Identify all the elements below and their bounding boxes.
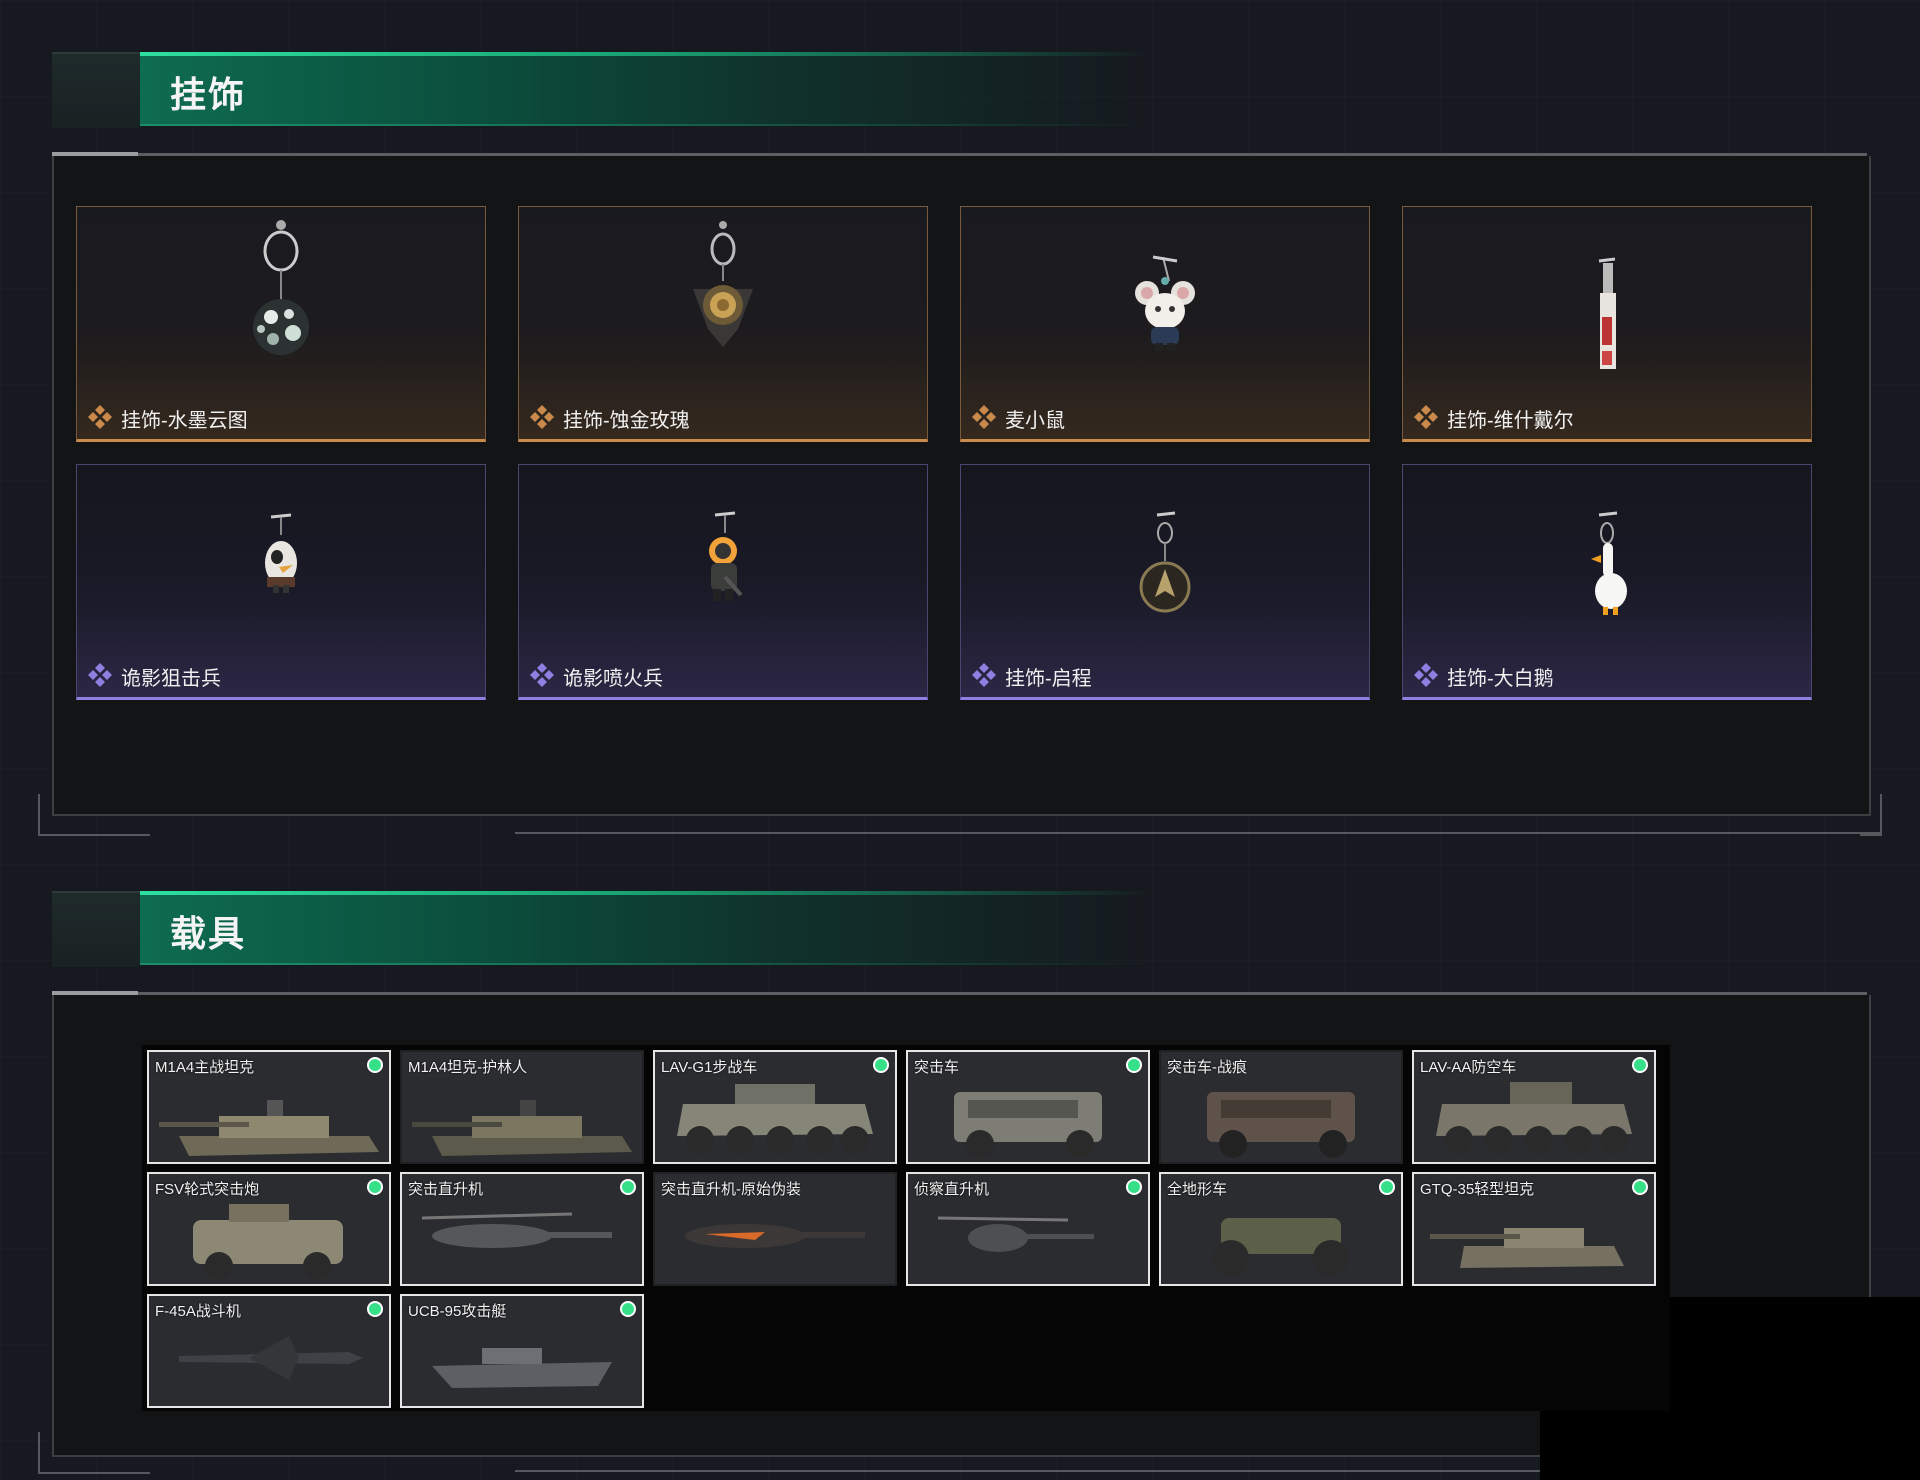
panel-bracket-left [38,794,150,836]
charm-image [77,219,485,379]
owned-dot-icon [1381,1181,1393,1193]
header-stub [52,52,140,128]
header-bar [140,891,1152,965]
charm-card[interactable]: 挂饰-蚀金玫瑰 [518,206,928,442]
charm-name: 挂饰-启程 [1005,668,1092,690]
vehicle-name: LAV-G1步战车 [661,1059,758,1076]
charms-section-title: 挂饰 [170,74,247,115]
charm-image [1403,219,1811,379]
charm-card[interactable]: 诡影喷火兵 [518,464,928,700]
vehicle-card[interactable]: M1A4主战坦克 [147,1050,391,1164]
owned-dot-icon [1634,1059,1646,1071]
charm-name: 挂饰-大白鹅 [1447,668,1554,690]
charm-image [519,477,927,637]
owned-dot-icon [1634,1181,1646,1193]
panel-bracket-line [515,1470,1540,1472]
charm-name: 诡影喷火兵 [563,668,663,690]
vehicle-card[interactable]: 突击直升机 [400,1172,644,1286]
charm-name: 诡影狙击兵 [121,668,221,690]
charms-section-header: 挂饰 [52,52,1152,128]
owned-dot-icon [1128,1059,1140,1071]
vehicle-name: M1A4坦克-护林人 [405,1056,531,1077]
panel-bracket-right [1860,794,1882,836]
vehicle-card[interactable]: 突击车 [906,1050,1150,1164]
charm-name: 挂饰-维什戴尔 [1447,410,1574,432]
owned-dot-icon [369,1059,381,1071]
black-fill [1540,1411,1920,1480]
vehicle-card[interactable]: LAV-G1步战车 [653,1050,897,1164]
charm-image [77,477,485,637]
vehicle-card[interactable]: LAV-AA防空车 [1412,1050,1656,1164]
vehicle-name: 突击车 [914,1059,960,1076]
header-bar [140,52,1152,126]
charm-name: 挂饰-水墨云图 [121,410,248,432]
charm-card[interactable]: 挂饰-大白鹅 [1402,464,1812,700]
owned-dot-icon [1128,1181,1140,1193]
vehicles-section-title: 载具 [170,913,247,954]
charm-card[interactable]: 诡影狙击兵 [76,464,486,700]
vehicle-name: 侦察直升机 [914,1181,990,1198]
owned-dot-icon [875,1059,887,1071]
charm-name: 挂饰-蚀金玫瑰 [563,410,690,432]
owned-dot-icon [622,1181,634,1193]
charm-card[interactable]: 挂饰-启程 [960,464,1370,700]
charm-image [1403,477,1811,637]
charm-card[interactable]: 麦小鼠 [960,206,1370,442]
charm-image [961,477,1369,637]
vehicles-section-header: 载具 [52,891,1152,967]
vehicle-name: FSV轮式突击炮 [155,1181,260,1198]
vehicle-name: M1A4主战坦克 [155,1059,255,1076]
vehicle-name: UCB-95攻击艇 [408,1303,507,1320]
vehicle-card[interactable]: UCB-95攻击艇 [400,1294,644,1408]
panel-bracket-line [515,832,1881,834]
owned-dot-icon [622,1303,634,1315]
vehicle-name: GTQ-35轻型坦克 [1420,1181,1535,1198]
vehicle-card[interactable]: 突击车-战痕 [1159,1050,1403,1164]
vehicle-name: 突击直升机 [408,1181,484,1198]
vehicle-card[interactable]: 侦察直升机 [906,1172,1150,1286]
vehicle-name: 突击直升机-原始伪装 [658,1178,804,1199]
charm-image [519,219,927,379]
vehicle-name: 全地形车 [1167,1181,1228,1198]
vehicle-name: F-45A战斗机 [155,1303,241,1320]
vehicle-card[interactable]: FSV轮式突击炮 [147,1172,391,1286]
vehicle-name: 突击车-战痕 [1164,1056,1250,1077]
vehicle-card[interactable]: M1A4坦克-护林人 [400,1050,644,1164]
charm-card[interactable]: 挂饰-水墨云图 [76,206,486,442]
owned-dot-icon [369,1181,381,1193]
vehicle-card[interactable]: GTQ-35轻型坦克 [1412,1172,1656,1286]
charm-card[interactable]: 挂饰-维什戴尔 [1402,206,1812,442]
panel-bracket-left [38,1432,150,1474]
vehicle-card[interactable]: 全地形车 [1159,1172,1403,1286]
charm-image [961,219,1369,379]
charm-name: 麦小鼠 [1005,410,1065,432]
vehicle-card[interactable]: F-45A战斗机 [147,1294,391,1408]
owned-dot-icon [369,1303,381,1315]
vehicle-card[interactable]: 突击直升机-原始伪装 [653,1172,897,1286]
vehicle-name: LAV-AA防空车 [1420,1059,1517,1076]
header-stub [52,891,140,967]
